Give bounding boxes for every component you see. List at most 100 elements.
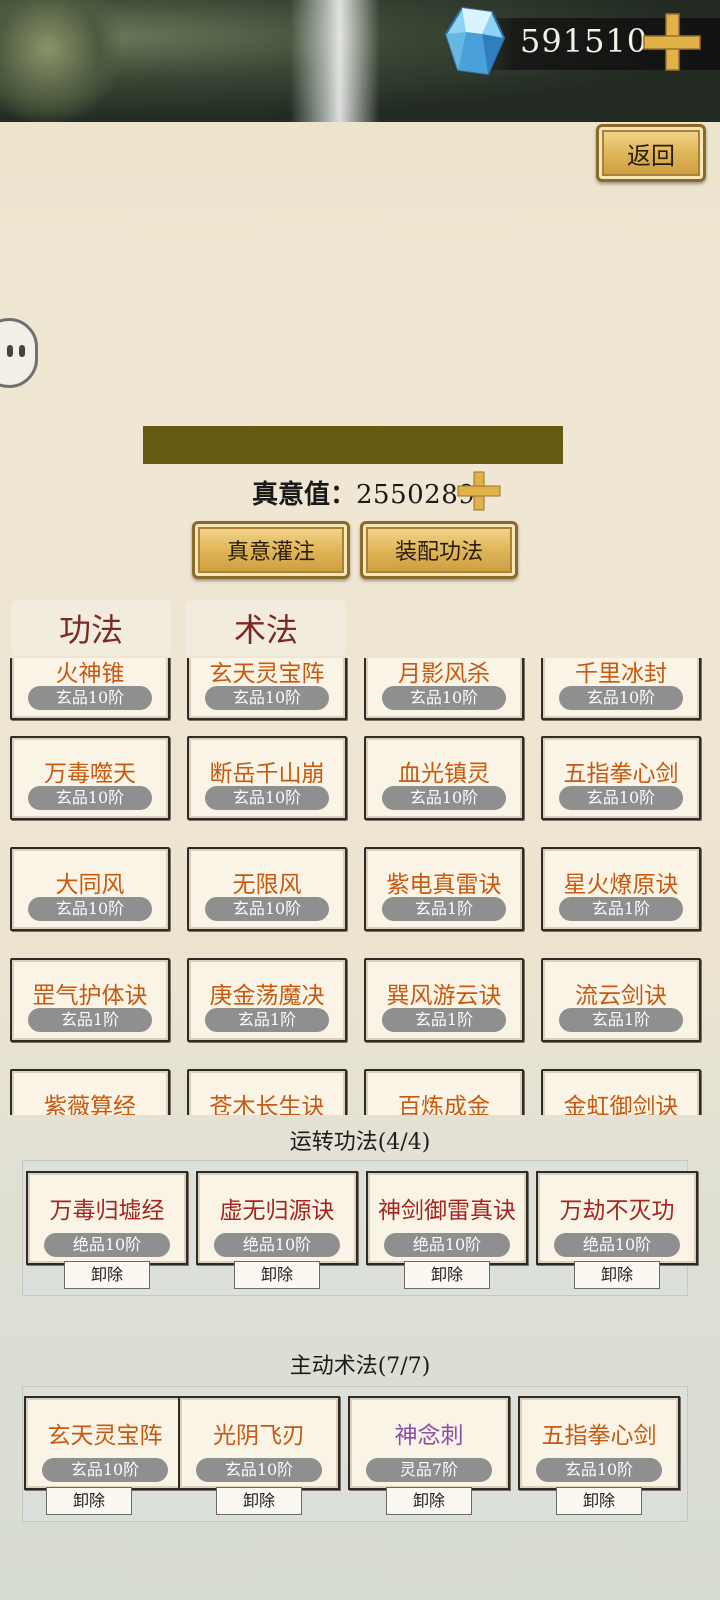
skill-card[interactable]: 五指拳心剑 玄品10阶 bbox=[541, 736, 701, 820]
skill-grade: 玄品10阶 bbox=[559, 686, 683, 710]
skill-grade: 玄品10阶 bbox=[196, 1458, 322, 1482]
skill-name: 星火燎原诀 bbox=[563, 872, 679, 898]
skill-name: 血光镇灵 bbox=[398, 761, 490, 787]
skill-name: 神剑御雷真诀 bbox=[378, 1198, 516, 1224]
unload-button[interactable]: 卸除 bbox=[556, 1487, 642, 1515]
skill-name: 紫薇算经 bbox=[44, 1094, 136, 1115]
unload-button[interactable]: 卸除 bbox=[216, 1487, 302, 1515]
active-spell-card[interactable]: 光阴飞刃玄品10阶 bbox=[178, 1396, 340, 1490]
skill-name: 百炼成金 bbox=[398, 1094, 490, 1115]
unload-button[interactable]: 卸除 bbox=[386, 1487, 472, 1515]
running-skill-card[interactable]: 神剑御雷真诀 绝品10阶 bbox=[366, 1171, 528, 1265]
skill-name: 罡气护体诀 bbox=[32, 983, 148, 1009]
skill-card[interactable]: 紫电真雷诀 玄品1阶 bbox=[364, 847, 524, 931]
skill-grade: 玄品10阶 bbox=[28, 686, 152, 710]
scenery-waterfall bbox=[290, 0, 380, 122]
skill-grade: 玄品1阶 bbox=[559, 1008, 683, 1032]
unload-button[interactable]: 卸除 bbox=[234, 1261, 320, 1289]
skill-grade: 玄品10阶 bbox=[382, 686, 506, 710]
skill-grade: 玄品10阶 bbox=[28, 786, 152, 810]
skill-name: 玄天灵宝阵 bbox=[209, 661, 325, 687]
skill-card[interactable]: 巽风游云诀 玄品1阶 bbox=[364, 958, 524, 1042]
essence-label: 真意值： bbox=[252, 480, 357, 510]
tab-gongfa[interactable]: 功法 bbox=[11, 600, 171, 656]
skill-grade: 玄品10阶 bbox=[28, 897, 152, 921]
essence-display: 真意值：2550289 bbox=[252, 474, 475, 511]
running-skill-card[interactable]: 虚无归源诀绝品10阶 bbox=[196, 1171, 358, 1265]
skill-card[interactable]: 月影风杀 玄品10阶 bbox=[364, 658, 524, 720]
unload-button[interactable]: 卸除 bbox=[404, 1261, 490, 1289]
skill-grade: 绝品10阶 bbox=[44, 1233, 170, 1257]
skill-grade: 玄品10阶 bbox=[382, 786, 506, 810]
skill-grade: 玄品10阶 bbox=[536, 1458, 662, 1482]
skill-card[interactable]: 金虹御剑诀 bbox=[541, 1069, 701, 1115]
active-spell-card[interactable]: 玄天灵宝阵玄品10阶 bbox=[24, 1396, 186, 1490]
skill-grade: 玄品10阶 bbox=[205, 686, 329, 710]
skill-grade: 绝品10阶 bbox=[214, 1233, 340, 1257]
active-spell-card[interactable]: 五指拳心剑玄品10阶 bbox=[518, 1396, 680, 1490]
skill-name: 苍木长生诀 bbox=[209, 1094, 325, 1115]
skill-card[interactable]: 庚金荡魔决 玄品1阶 bbox=[187, 958, 347, 1042]
skill-name: 断岳千山崩 bbox=[209, 761, 325, 787]
running-skills-title: 运转功法(4/4) bbox=[289, 1130, 431, 1155]
skill-card[interactable]: 千里冰封 玄品10阶 bbox=[541, 658, 701, 720]
skill-name: 大同风 bbox=[55, 872, 125, 898]
skill-card[interactable]: 玄天灵宝阵 玄品10阶 bbox=[187, 658, 347, 720]
skill-card[interactable]: 紫薇算经 bbox=[10, 1069, 170, 1115]
skill-card[interactable]: 流云剑诀 玄品1阶 bbox=[541, 958, 701, 1042]
skill-grade: 玄品10阶 bbox=[559, 786, 683, 810]
skill-name: 神念刺 bbox=[394, 1423, 464, 1449]
skill-card[interactable]: 万毒噬天 玄品10阶 bbox=[10, 736, 170, 820]
skill-name: 流云剑诀 bbox=[575, 983, 667, 1009]
add-currency-icon[interactable] bbox=[642, 12, 702, 72]
skill-name: 金虹御剑诀 bbox=[563, 1094, 679, 1115]
skill-grade: 玄品1阶 bbox=[382, 1008, 506, 1032]
skill-card[interactable]: 大同风 玄品10阶 bbox=[10, 847, 170, 931]
skill-grade: 玄品1阶 bbox=[382, 897, 506, 921]
skill-name: 月影风杀 bbox=[398, 661, 490, 687]
skill-name: 光阴飞刃 bbox=[213, 1423, 305, 1449]
skill-name: 庚金荡魔决 bbox=[209, 983, 325, 1009]
skill-card[interactable]: 火神锥 玄品10阶 bbox=[10, 658, 170, 720]
skill-name: 紫电真雷诀 bbox=[386, 872, 502, 898]
skill-name: 万毒噬天 bbox=[44, 761, 136, 787]
unload-button[interactable]: 卸除 bbox=[574, 1261, 660, 1289]
add-essence-icon[interactable] bbox=[456, 470, 502, 512]
skill-grade: 玄品10阶 bbox=[42, 1458, 168, 1482]
skill-card[interactable]: 血光镇灵 玄品10阶 bbox=[364, 736, 524, 820]
skill-grade: 玄品10阶 bbox=[205, 786, 329, 810]
tab-shufa[interactable]: 术法 bbox=[186, 600, 346, 656]
skill-name: 火神锥 bbox=[55, 661, 125, 687]
skill-name: 五指拳心剑 bbox=[563, 761, 679, 787]
skill-card[interactable]: 苍木长生诀 bbox=[187, 1069, 347, 1115]
spirit-stone-icon bbox=[444, 6, 506, 76]
skill-grade: 绝品10阶 bbox=[554, 1233, 680, 1257]
skill-grade: 玄品1阶 bbox=[205, 1008, 329, 1032]
skill-name: 千里冰封 bbox=[575, 661, 667, 687]
running-skill-card[interactable]: 万劫不灭功 绝品10阶 bbox=[536, 1171, 698, 1265]
skill-grade: 绝品10阶 bbox=[384, 1233, 510, 1257]
floating-assistant-icon[interactable] bbox=[0, 318, 38, 388]
equip-skill-button[interactable]: 装配功法 bbox=[360, 521, 518, 579]
skill-name: 玄天灵宝阵 bbox=[47, 1423, 163, 1449]
skill-name: 五指拳心剑 bbox=[541, 1423, 657, 1449]
skill-card[interactable]: 断岳千山崩 玄品10阶 bbox=[187, 736, 347, 820]
skill-grade: 灵品7阶 bbox=[366, 1458, 492, 1482]
back-button[interactable]: 返回 bbox=[596, 124, 706, 182]
skill-card[interactable]: 星火燎原诀 玄品1阶 bbox=[541, 847, 701, 931]
unload-button[interactable]: 卸除 bbox=[64, 1261, 150, 1289]
skill-card[interactable]: 百炼成金 bbox=[364, 1069, 524, 1115]
skill-card[interactable]: 无限风 玄品10阶 bbox=[187, 847, 347, 931]
active-spell-card[interactable]: 神念刺灵品7阶 bbox=[348, 1396, 510, 1490]
running-skill-card[interactable]: 万毒归墟经 绝品10阶 bbox=[26, 1171, 188, 1265]
active-spells-title: 主动术法(7/7) bbox=[289, 1354, 431, 1379]
infuse-essence-button[interactable]: 真意灌注 bbox=[192, 521, 350, 579]
skill-name: 虚无归源诀 bbox=[219, 1198, 335, 1224]
unload-button[interactable]: 卸除 bbox=[46, 1487, 132, 1515]
skill-grade: 玄品1阶 bbox=[559, 897, 683, 921]
scenery-cliff bbox=[0, 0, 120, 122]
eye-dot bbox=[7, 345, 13, 357]
skill-card[interactable]: 罡气护体诀 玄品1阶 bbox=[10, 958, 170, 1042]
skill-grade: 玄品1阶 bbox=[28, 1008, 152, 1032]
skill-grid[interactable]: 火神锥 玄品10阶 玄天灵宝阵 玄品10阶 月影风杀 玄品10阶 千里冰封 玄品10阶 … bbox=[0, 658, 720, 1115]
